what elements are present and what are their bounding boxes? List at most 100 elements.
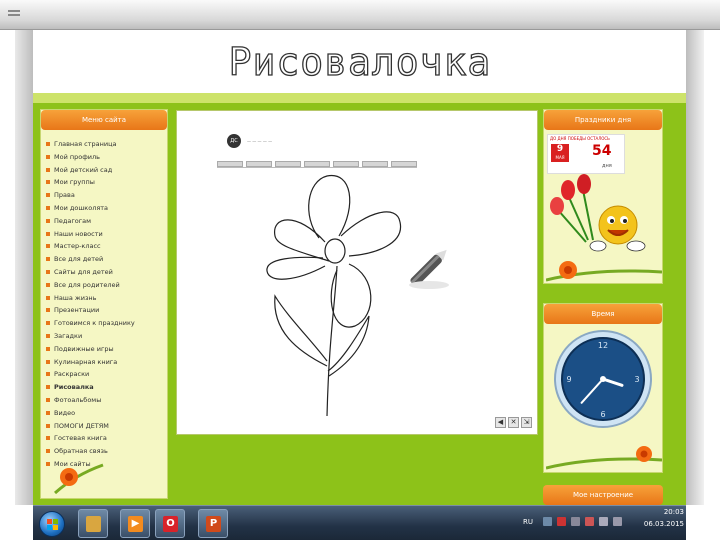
app-caption: — — — — — — [247, 139, 273, 144]
menu-item[interactable]: Раскраски — [46, 368, 166, 381]
bullet-icon — [46, 372, 50, 377]
menu-item[interactable]: Мой профиль — [46, 151, 166, 164]
tray-battery-icon[interactable] — [613, 517, 622, 526]
victory-day-banner: ДО ДНЯ ПОБЕДЫ ОСТАЛОСЬ 9 МАЯ 54 дня — [547, 134, 625, 174]
bullet-icon — [46, 218, 50, 223]
victory-day-month: МАЯ — [555, 155, 565, 160]
bullet-icon — [46, 397, 50, 402]
leaf-stroke — [274, 294, 328, 367]
smiley-with-tulips-icon — [550, 174, 646, 252]
drawing-app[interactable]: ДС — — — — — ◀ ✕ ⇲ — [176, 110, 538, 435]
menu-item[interactable]: Сайты для детей — [46, 266, 166, 279]
menu-item[interactable]: Презентации — [46, 304, 166, 317]
menu-item[interactable]: Фотоальбомы — [46, 394, 166, 407]
projector-frame-right — [686, 30, 704, 505]
menu-item[interactable]: Наша жизнь — [46, 292, 166, 305]
menu-item[interactable]: Права — [46, 189, 166, 202]
bullet-icon — [46, 154, 50, 159]
app-logo-icon: ДС — [227, 134, 241, 148]
victory-date-badge: 9 МАЯ — [551, 144, 569, 162]
bullet-icon — [46, 244, 50, 249]
menu-item-label: Все для родителей — [54, 280, 120, 289]
menu-item[interactable]: Кулинарная книга — [46, 356, 166, 369]
tray-network-icon[interactable] — [543, 517, 552, 526]
menu-item[interactable]: Мастер-класс — [46, 240, 166, 253]
flower-decoration-icon — [546, 261, 662, 282]
bullet-icon — [46, 269, 50, 274]
explorer-icon — [86, 516, 101, 532]
bullet-icon — [46, 180, 50, 185]
clock-numeral-9: 9 — [566, 375, 571, 384]
clear-button[interactable]: ✕ — [508, 417, 519, 428]
flower-center — [324, 238, 346, 264]
mood-panel: Мое настроение — [543, 485, 663, 505]
menu-item[interactable]: Гостевая книга — [46, 432, 166, 445]
bullet-icon — [46, 436, 50, 441]
menu-item-label: Фотоальбомы — [54, 395, 102, 404]
menu-item[interactable]: Подвижные игры — [46, 343, 166, 356]
bullet-icon — [46, 423, 50, 428]
fullscreen-button[interactable]: ⇲ — [521, 417, 532, 428]
site-menu-panel: Меню сайта Главная страница Мой профиль Мо… — [40, 109, 168, 499]
menu-item[interactable]: Загадки — [46, 330, 166, 343]
banner-heading: ДО ДНЯ ПОБЕДЫ ОСТАЛОСЬ — [550, 136, 610, 141]
taskbar-app-media[interactable]: ▶ — [120, 509, 150, 538]
bullet-icon — [46, 410, 50, 415]
petal-stroke — [274, 219, 330, 262]
windows-taskbar: ▶ O P RU 20:03 06.03.2015 — [33, 505, 686, 540]
powerpoint-icon: P — [206, 516, 221, 532]
site-top-stripe — [33, 93, 686, 103]
menu-item[interactable]: Готовимся к празднику — [46, 317, 166, 330]
menu-item[interactable]: Педагогам — [46, 215, 166, 228]
tray-network-error-icon[interactable] — [585, 517, 594, 526]
bullet-icon — [46, 308, 50, 313]
menu-item[interactable]: Главная страница — [46, 138, 166, 151]
start-button[interactable] — [39, 511, 65, 537]
menu-grip-icon — [8, 10, 20, 16]
menu-item-label: Готовимся к празднику — [54, 319, 135, 328]
clock-panel: Время 12 3 6 9 — [543, 303, 663, 473]
tray-monitor-icon[interactable] — [571, 517, 580, 526]
clock-numeral-3: 3 — [634, 375, 639, 384]
menu-item[interactable]: Мои группы — [46, 176, 166, 189]
menu-panel-title: Меню сайта — [41, 110, 167, 130]
menu-item-label: ПОМОГИ ДЕТЯМ — [54, 421, 109, 430]
drawing-canvas[interactable] — [257, 166, 497, 421]
menu-item[interactable]: Видео — [46, 407, 166, 420]
menu-item-label: Загадки — [54, 331, 83, 340]
menu-item[interactable]: Все для детей — [46, 253, 166, 266]
clock-center-pin — [600, 376, 606, 382]
bullet-icon — [46, 205, 50, 210]
menu-item[interactable]: ПОМОГИ ДЕТЯМ — [46, 420, 166, 433]
taskbar-app-opera[interactable]: O — [155, 509, 185, 538]
bullet-icon — [46, 193, 50, 198]
tray-flag-icon[interactable] — [557, 517, 566, 526]
menu-item-label: Главная страница — [54, 140, 117, 148]
undo-button[interactable]: ◀ — [495, 417, 506, 428]
menu-item[interactable]: Наши новости — [46, 228, 166, 241]
menu-item[interactable]: Мои дошколята — [46, 202, 166, 215]
language-indicator[interactable]: RU — [523, 518, 533, 526]
menu-item[interactable]: Рисовалка — [46, 381, 166, 394]
bullet-icon — [46, 346, 50, 351]
menu-item-label: Кулинарная книга — [54, 357, 118, 366]
taskbar-app-powerpoint[interactable]: P — [198, 509, 228, 538]
menu-item-label: Подвижные игры — [54, 344, 114, 353]
menu-item[interactable]: Мой детский сад — [46, 164, 166, 177]
bullet-icon — [46, 333, 50, 338]
tray-volume-icon[interactable] — [599, 517, 608, 526]
menu-item-label: Педагогам — [54, 216, 92, 225]
menu-item-label: Гостевая книга — [54, 434, 107, 443]
menu-item-label: Мастер-класс — [54, 242, 101, 251]
petal-stroke — [308, 175, 351, 239]
taskbar-time[interactable]: 20:03 — [650, 508, 684, 516]
menu-item[interactable]: Все для родителей — [46, 279, 166, 292]
holiday-panel: Праздники дня ДО ДНЯ ПОБЕДЫ ОСТАЛОСЬ 9 М… — [543, 109, 663, 284]
windows-logo-icon — [47, 519, 58, 530]
taskbar-app-explorer[interactable] — [78, 509, 108, 538]
bullet-icon — [46, 167, 50, 172]
mood-panel-title: Мое настроение — [543, 485, 663, 505]
taskbar-date[interactable]: 06.03.2015 — [642, 520, 684, 528]
pencil-cursor-icon — [409, 249, 449, 289]
drawing-controls: ◀ ✕ ⇲ — [493, 417, 532, 428]
